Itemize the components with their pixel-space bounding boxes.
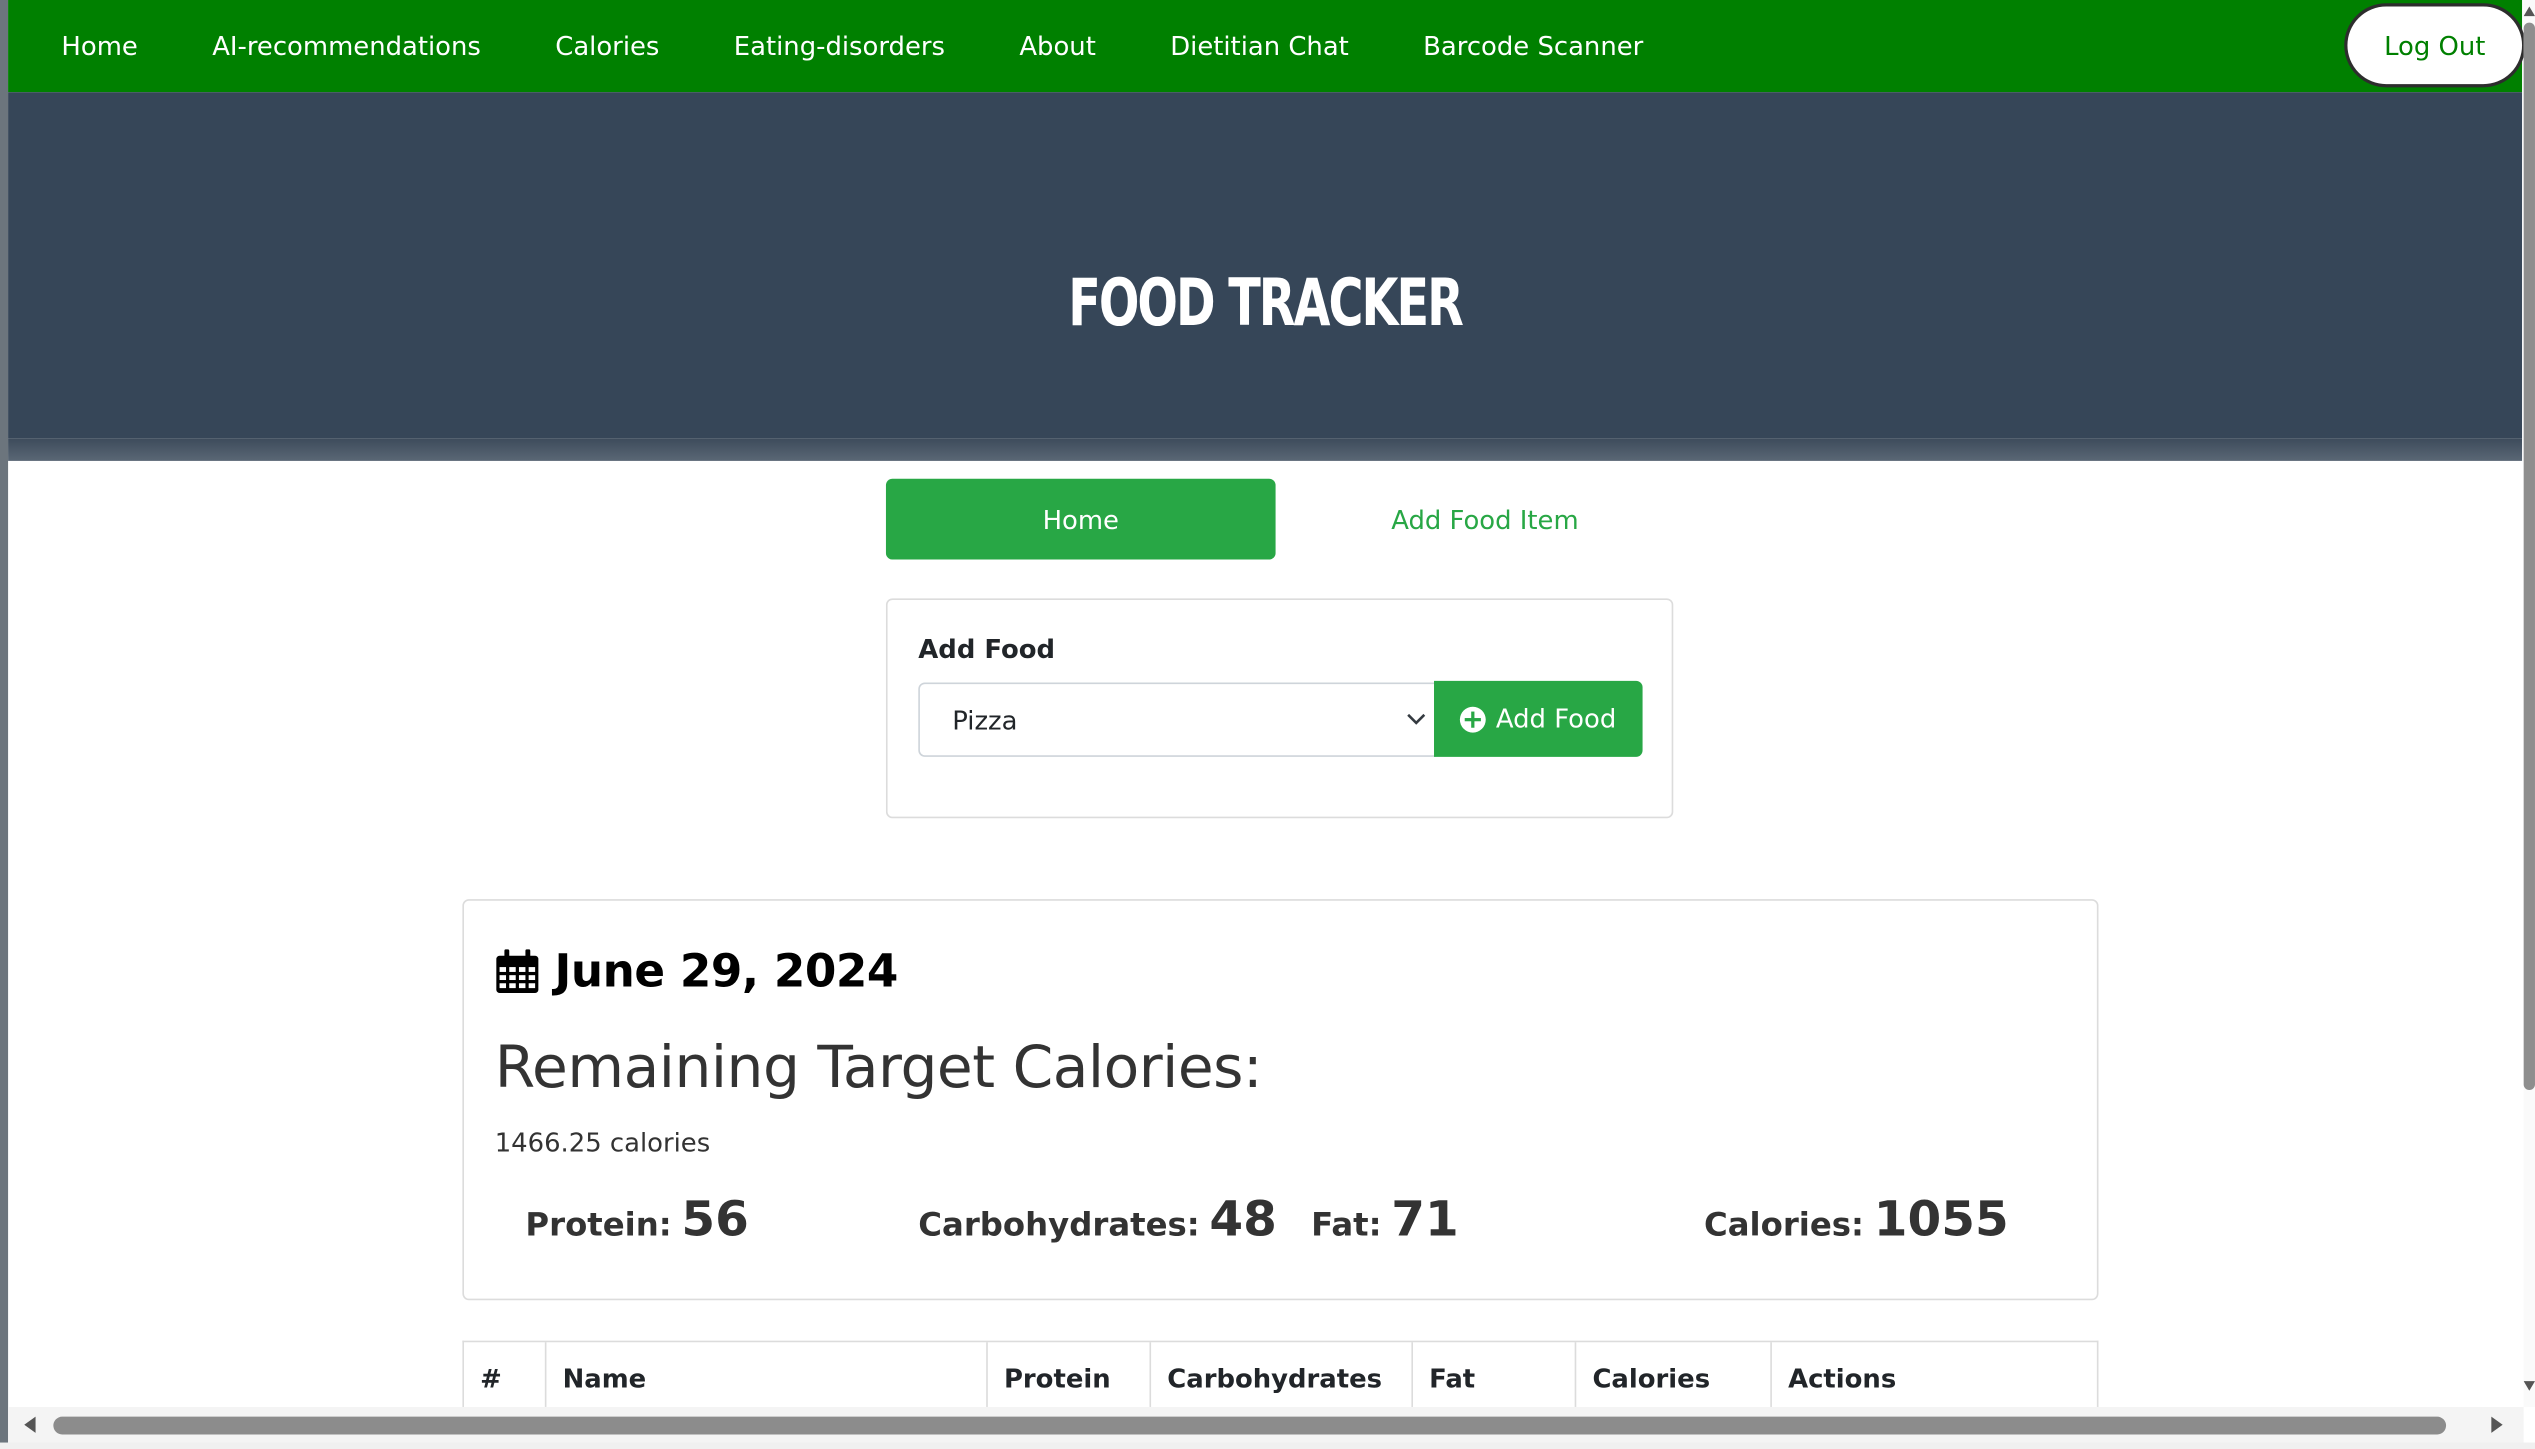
nav-item-eating-disorders[interactable]: Eating-disorders xyxy=(697,0,983,92)
window-bottom-edge xyxy=(0,1442,2535,1449)
daily-summary-card: June 29, 2024 Remaining Target Calories:… xyxy=(462,899,2099,1301)
fat-stat: Fat: 71 xyxy=(1311,1192,1459,1249)
chevron-down-icon xyxy=(1407,713,1426,725)
nav-item-calories[interactable]: Calories xyxy=(518,0,697,92)
nav-item-home[interactable]: Home xyxy=(24,0,175,92)
horizontal-scrollbar-thumb[interactable] xyxy=(53,1416,2447,1435)
carbohydrates-stat: Carbohydrates: 48 xyxy=(918,1192,1277,1249)
scroll-down-arrow-icon[interactable] xyxy=(2523,1378,2535,1394)
logout-button[interactable]: Log Out xyxy=(2344,3,2526,88)
remaining-calories-heading: Remaining Target Calories: xyxy=(494,1035,1263,1102)
nav-item-barcode-scanner[interactable]: Barcode Scanner xyxy=(1386,0,1680,92)
nav-links: Home AI-recommendations Calories Eating-… xyxy=(8,0,1680,92)
scroll-up-arrow-icon[interactable] xyxy=(2523,3,2535,19)
hero-divider xyxy=(8,438,2523,461)
food-select-value: Pizza xyxy=(952,704,1018,736)
add-food-card: Add Food Pizza Add Food xyxy=(885,598,1674,819)
vertical-scrollbar-thumb[interactable] xyxy=(2523,22,2535,1090)
calories-stat: Calories: 1055 xyxy=(1704,1192,2009,1249)
calories-value: 1055 xyxy=(1873,1191,2009,1249)
nav-item-ai-recommendations[interactable]: AI-recommendations xyxy=(175,0,518,92)
plus-circle-icon xyxy=(1460,705,1487,732)
fat-value: 71 xyxy=(1391,1191,1459,1249)
scroll-right-arrow-icon[interactable] xyxy=(2488,1415,2507,1434)
tab-add-food-item[interactable]: Add Food Item xyxy=(1290,479,1680,560)
carbohydrates-value: 48 xyxy=(1209,1191,1277,1249)
protein-label: Protein: xyxy=(525,1204,672,1244)
page-title: FOOD TRACKER xyxy=(1068,266,1464,342)
food-select[interactable]: Pizza xyxy=(918,682,1436,757)
date-row: June 29, 2024 xyxy=(495,944,899,998)
protein-stat: Protein: 56 xyxy=(525,1192,748,1249)
scroll-left-arrow-icon[interactable] xyxy=(19,1415,38,1434)
top-navbar: Home AI-recommendations Calories Eating-… xyxy=(8,0,2526,93)
add-food-button-label: Add Food xyxy=(1495,703,1617,735)
carbohydrates-label: Carbohydrates: xyxy=(918,1204,1200,1244)
remaining-calories-value: 1466.25 calories xyxy=(494,1127,711,1158)
summary-date: June 29, 2024 xyxy=(554,944,899,998)
page: Home AI-recommendations Calories Eating-… xyxy=(0,0,2535,1449)
protein-value: 56 xyxy=(681,1191,749,1249)
tab-home[interactable]: Home xyxy=(885,478,1276,560)
add-food-button[interactable]: Add Food xyxy=(1434,680,1643,757)
window-edge xyxy=(0,0,9,1449)
hero-banner: FOOD TRACKER xyxy=(8,92,2523,439)
calories-label: Calories: xyxy=(1704,1204,1865,1244)
calendar-icon xyxy=(496,948,539,993)
add-food-label: Add Food xyxy=(918,633,1056,665)
fat-label: Fat: xyxy=(1311,1204,1382,1244)
nav-item-about[interactable]: About xyxy=(982,0,1133,92)
nav-item-dietitian-chat[interactable]: Dietitian Chat xyxy=(1133,0,1386,92)
